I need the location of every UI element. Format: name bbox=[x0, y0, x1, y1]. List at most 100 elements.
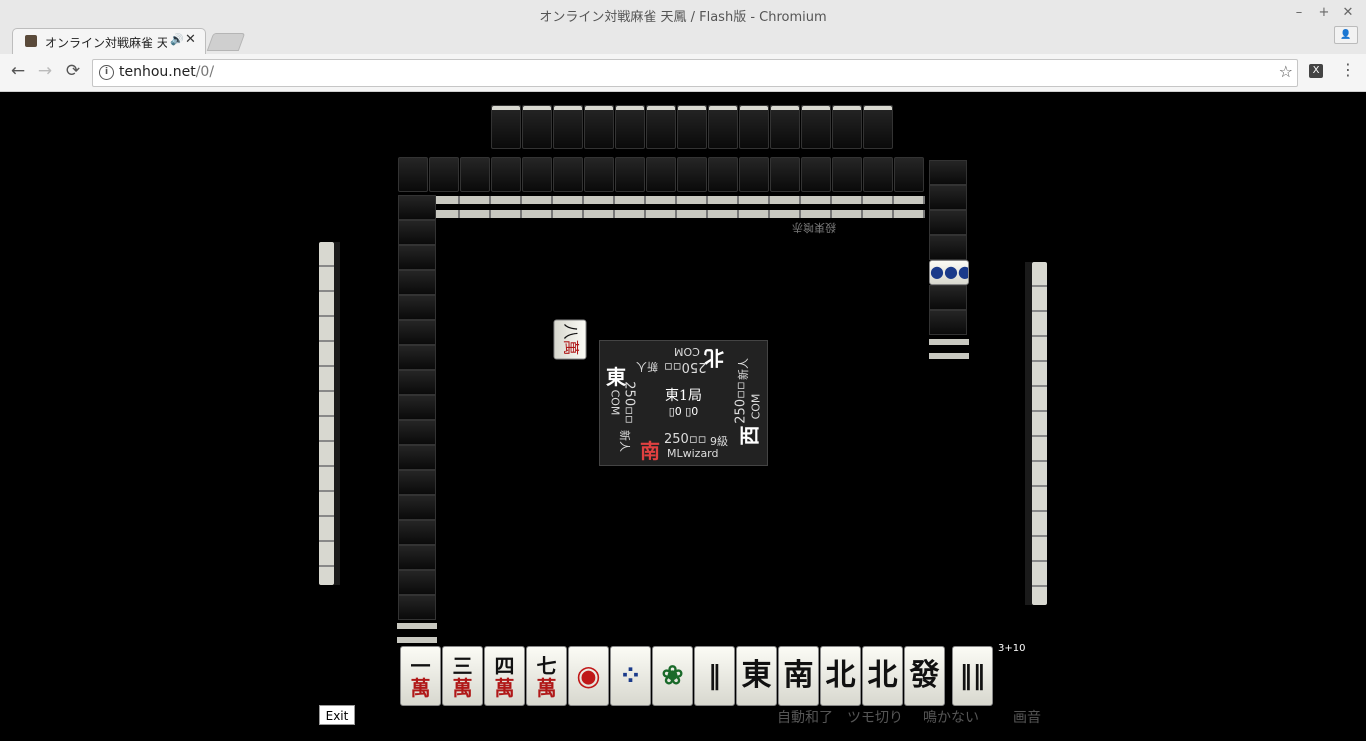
wall-tile bbox=[863, 157, 893, 192]
tab-bar: オンライン対戦麻雀 天 🔊 ✕ 👤 bbox=[0, 26, 1366, 55]
url-text[interactable]: tenhou.net/0/ bbox=[119, 64, 214, 80]
wall-tile bbox=[398, 495, 436, 520]
left-score: 250▫▫ bbox=[621, 381, 637, 424]
hand-tile[interactable]: 北 bbox=[862, 646, 903, 706]
hidden-tile bbox=[863, 105, 893, 149]
right-opponent-hand-back bbox=[1025, 262, 1032, 605]
sound-toggle[interactable]: 画音 bbox=[1013, 707, 1041, 727]
wall-tile bbox=[553, 157, 583, 192]
hidden-tile bbox=[491, 105, 521, 149]
wall-tile bbox=[491, 157, 521, 192]
top-rank: 新人 bbox=[636, 360, 658, 373]
wall-tile bbox=[398, 157, 428, 192]
hand-tile[interactable]: ⁘ bbox=[610, 646, 651, 706]
hidden-tile bbox=[522, 105, 552, 149]
left-wall-edge-2 bbox=[397, 637, 437, 643]
wall-tile bbox=[398, 220, 436, 245]
audio-icon[interactable]: 🔊 bbox=[170, 33, 184, 46]
close-window-button[interactable]: ✕ bbox=[1340, 5, 1356, 20]
top-score: 250▫▫ bbox=[664, 359, 707, 374]
left-opponent-hand bbox=[319, 242, 334, 585]
right-rank: 新人 bbox=[737, 358, 750, 380]
tab-close-icon[interactable]: ✕ bbox=[185, 32, 196, 47]
discard-suit: 萬 bbox=[561, 339, 581, 356]
wall-tile bbox=[398, 595, 436, 620]
self-score: 250▫▫ bbox=[664, 432, 707, 447]
favicon-icon bbox=[25, 35, 37, 47]
hand-tile[interactable]: 七萬 bbox=[526, 646, 567, 706]
hidden-tile bbox=[770, 105, 800, 149]
profile-icon[interactable]: 👤 bbox=[1334, 26, 1358, 44]
right-wall-edge-2 bbox=[929, 353, 969, 359]
wall-tile bbox=[770, 157, 800, 192]
left-opponent-hand-back bbox=[334, 242, 340, 585]
center-score-panel: 東1局 ▯0 ▯0 南 250▫▫ 9級 MLwizard 北 250▫▫ 新人… bbox=[599, 340, 768, 466]
wall-tile bbox=[739, 157, 769, 192]
wall-tile bbox=[801, 157, 831, 192]
left-rank: 新人 bbox=[618, 430, 631, 452]
hidden-tile bbox=[646, 105, 676, 149]
hand-tile[interactable]: 北 bbox=[820, 646, 861, 706]
wall-tile bbox=[522, 157, 552, 192]
hidden-tile bbox=[739, 105, 769, 149]
hidden-tile bbox=[708, 105, 738, 149]
self-wind: 南 bbox=[640, 439, 660, 463]
browser-menu-icon[interactable]: ⋮ bbox=[1340, 60, 1356, 79]
wall-tile bbox=[398, 470, 436, 495]
tab-tenhou[interactable]: オンライン対戦麻雀 天 🔊 ✕ bbox=[12, 28, 206, 55]
left-wall-edge bbox=[397, 623, 437, 629]
exit-button[interactable]: Exit bbox=[319, 705, 355, 725]
wall-tile bbox=[929, 285, 967, 310]
self-name: MLwizard bbox=[667, 447, 719, 460]
mahjong-table: ●●● 殺東喰赤 八萬 東1局 ▯0 ▯0 南 250▫▫ 9級 MLwizar… bbox=[0, 92, 1366, 741]
minimize-button[interactable]: – bbox=[1291, 5, 1307, 20]
auto-win-toggle[interactable]: 自動和了 bbox=[777, 707, 833, 727]
wall-tile bbox=[929, 185, 967, 210]
right-wind: 西 bbox=[737, 425, 762, 446]
wall-tile bbox=[398, 245, 436, 270]
right-score: 250▫▫ bbox=[733, 381, 749, 424]
wall-tile bbox=[398, 570, 436, 595]
wall-tile bbox=[398, 420, 436, 445]
hidden-tile bbox=[584, 105, 614, 149]
forward-button[interactable]: → bbox=[34, 61, 56, 81]
new-tab-button[interactable] bbox=[206, 33, 246, 51]
tsumogiri-toggle[interactable]: ツモ切り bbox=[847, 707, 903, 727]
no-call-toggle[interactable]: 鳴かない bbox=[923, 707, 979, 727]
hand-tile[interactable]: ◉ bbox=[568, 646, 609, 706]
dora-indicator-tile: ●●● bbox=[929, 260, 969, 285]
wall-tile bbox=[832, 157, 862, 192]
discarded-tile: 八萬 bbox=[553, 319, 587, 360]
wall-tile bbox=[398, 195, 436, 220]
right-name: COM bbox=[749, 393, 763, 420]
browser-toolbar: ← → ⟳ i tenhou.net/0/ ☆ X ⋮ bbox=[0, 54, 1366, 92]
reload-button[interactable]: ⟳ bbox=[62, 61, 84, 81]
hand-tile[interactable]: 南 bbox=[778, 646, 819, 706]
wall-tile bbox=[929, 310, 967, 335]
hand-tile[interactable]: 發 bbox=[904, 646, 945, 706]
hand-tile[interactable]: ‖ bbox=[694, 646, 735, 706]
bookmark-star-icon[interactable]: ☆ bbox=[1279, 62, 1293, 81]
hand-tile[interactable]: 一萬 bbox=[400, 646, 441, 706]
back-button[interactable]: ← bbox=[7, 61, 29, 81]
hidden-tile bbox=[677, 105, 707, 149]
wall-tile bbox=[460, 157, 490, 192]
extension-icon[interactable]: X bbox=[1309, 64, 1323, 78]
hidden-tile bbox=[553, 105, 583, 149]
right-wall-edge bbox=[929, 339, 969, 345]
top-wall-edge bbox=[429, 196, 925, 204]
window-titlebar: オンライン対戦麻雀 天鳳 / Flash版 - Chromium – + ✕ bbox=[0, 0, 1366, 28]
hand-tile[interactable]: 四萬 bbox=[484, 646, 525, 706]
hand-tile[interactable]: ❀ bbox=[652, 646, 693, 706]
wall-tile bbox=[708, 157, 738, 192]
site-info-icon[interactable]: i bbox=[99, 65, 114, 80]
address-bar[interactable]: i tenhou.net/0/ ☆ bbox=[92, 59, 1298, 87]
hand-tile[interactable]: 東 bbox=[736, 646, 777, 706]
hand-tile[interactable]: 三萬 bbox=[442, 646, 483, 706]
wall-tile bbox=[398, 270, 436, 295]
wall-tile bbox=[894, 157, 924, 192]
url-path: /0/ bbox=[195, 64, 215, 80]
maximize-button[interactable]: + bbox=[1316, 5, 1332, 20]
wall-tile bbox=[615, 157, 645, 192]
drawn-tile[interactable]: ‖‖ bbox=[952, 646, 993, 706]
